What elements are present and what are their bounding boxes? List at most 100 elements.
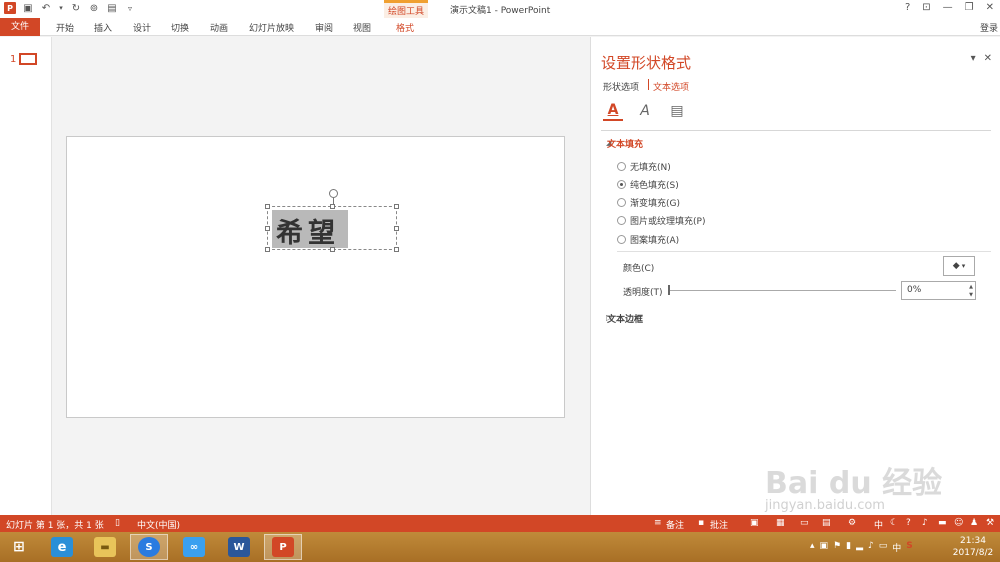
text-box-icon[interactable]: ▤ [667,101,687,121]
resize-handle-e[interactable] [394,226,399,231]
tab-view[interactable]: 视图 [353,21,371,34]
section-text-fill[interactable]: 文本填充 [607,137,643,150]
resize-handle-sw[interactable] [265,247,270,252]
tray-icon-user[interactable]: ☺ [954,518,963,528]
radio-button[interactable] [617,198,626,207]
tab-insert[interactable]: 插入 [94,21,112,34]
transparency-slider-thumb[interactable] [668,285,670,295]
spinner-arrows-icon[interactable]: ▲ ▼ [969,283,973,299]
normal-view-icon[interactable]: ▣ [750,518,759,528]
customize-qat-icon[interactable]: ▿ [124,2,136,14]
tray-sogou-icon[interactable]: S [906,541,912,554]
radio-pattern-fill[interactable]: 图案填充(A) [617,233,679,246]
tray-chevron-icon[interactable]: ▴ [810,541,815,554]
undo-icon[interactable]: ↶ [40,2,52,14]
slide-sorter-icon[interactable]: ▦ [776,518,785,528]
comments-button[interactable]: 批注 [710,518,728,531]
redo-icon[interactable]: ↻ [70,2,82,14]
image-icon[interactable]: ▤ [106,2,118,14]
tab-text-options[interactable]: 文本选项 [653,80,689,93]
taskbar-word[interactable]: W [220,534,258,560]
text-fill-outline-icon[interactable]: A [603,101,623,121]
tray-flag-icon[interactable]: ⚑ [833,541,841,554]
tray-network-icon[interactable]: ▂ [856,541,863,554]
resize-handle-s[interactable] [330,247,335,252]
slideshow-view-icon[interactable]: ▤ [822,518,831,528]
login-link[interactable]: 登录 [980,21,998,34]
tray-icon-keyboard[interactable]: ▬ [938,518,947,528]
transparency-spinner[interactable]: 0% ▲ ▼ [901,281,976,300]
resize-handle-se[interactable] [394,247,399,252]
resize-handle-w[interactable] [265,226,270,231]
radio-button[interactable] [617,180,626,189]
radio-picture-fill[interactable]: 图片或纹理填充(P) [617,214,705,227]
tab-transitions[interactable]: 切换 [171,21,189,34]
close-icon[interactable]: ✕ [986,2,994,13]
radio-no-fill[interactable]: 无填充(N) [617,160,671,173]
taskbar-baidu-cloud[interactable]: ∞ [175,534,213,560]
start-from-beginning-icon[interactable]: ⊚ [88,2,100,14]
reading-view-icon[interactable]: ▭ [800,518,809,528]
radio-button[interactable] [617,216,626,225]
tab-home[interactable]: 开始 [56,21,74,34]
resize-handle-ne[interactable] [394,204,399,209]
ime-icon[interactable]: 中 [874,518,883,531]
ribbon-display-icon[interactable]: ⊡ [922,2,930,13]
restore-icon[interactable]: ❐ [965,2,974,13]
tab-review[interactable]: 审阅 [315,21,333,34]
comments-icon[interactable]: ▪ [698,518,704,528]
format-shape-pane: 设置形状格式 ▾ ✕ 形状选项 文本选项 A A ▤ ◢ 文本填充 无填充(N)… [590,37,1000,515]
language-indicator[interactable]: 中文(中国) [137,518,180,531]
taskbar-sogou[interactable]: S [130,534,168,560]
spell-check-icon[interactable]: ▯ [115,518,120,528]
notes-button[interactable]: 备注 [666,518,684,531]
taskbar-powerpoint[interactable]: P [264,534,302,560]
tray-ime-indicator[interactable]: 中 [892,541,901,554]
slide-canvas[interactable]: 希望 [66,136,565,418]
text-effects-icon[interactable]: A [635,101,655,121]
tray-battery-icon[interactable]: ▮ [846,541,851,554]
section-text-border[interactable]: 文本边框 [607,312,643,325]
start-button[interactable]: ⊞ [0,534,38,560]
tab-animations[interactable]: 动画 [210,21,228,34]
sogou-icon: S [138,537,160,557]
transparency-slider-track[interactable] [668,290,896,291]
tray-app-icon[interactable]: ▣ [820,541,829,554]
resize-handle-nw[interactable] [265,204,270,209]
tray-icon-moon[interactable]: ☾ [890,518,898,528]
tray-icon-help[interactable]: ? [906,518,911,528]
resize-handle-n[interactable] [330,204,335,209]
tab-design[interactable]: 设计 [133,21,151,34]
pane-options-icon[interactable]: ▾ [971,53,976,64]
rotate-handle[interactable] [329,189,338,198]
tray-icon-1[interactable]: ⚙ [848,518,856,528]
radio-button[interactable] [617,235,626,244]
tab-shape-options[interactable]: 形状选项 [603,80,639,93]
radio-solid-fill[interactable]: 纯色填充(S) [617,178,679,191]
taskbar-explorer[interactable]: ▬ [86,534,124,560]
pane-close-icon[interactable]: ✕ [984,53,992,64]
radio-button[interactable] [617,162,626,171]
tab-slideshow[interactable]: 幻灯片放映 [249,21,294,34]
taskbar-ie[interactable]: e [43,534,81,560]
radio-gradient-fill[interactable]: 渐变填充(G) [617,196,680,209]
powerpoint-icon[interactable]: P [4,2,16,14]
undo-dropdown-icon[interactable]: ▾ [58,2,64,14]
help-icon[interactable]: ? [905,2,910,13]
notes-icon[interactable]: ≡ [654,518,662,528]
taskbar-clock[interactable]: 21:34 2017/8/2 [948,535,998,559]
slide-thumbnail[interactable] [19,53,37,65]
tray-icon-shirt[interactable]: ♟ [970,518,978,528]
tab-file[interactable]: 文件 [0,18,40,36]
tray-icon-wrench[interactable]: ⚒ [986,518,994,528]
tray-display-icon[interactable]: ▭ [879,541,888,554]
slide-text[interactable]: 希望 [276,211,340,250]
save-icon[interactable]: ▣ [22,2,34,14]
text-box[interactable]: 希望 [265,189,399,252]
tab-format[interactable]: 格式 [396,21,414,34]
minimize-icon[interactable]: — [943,2,953,13]
tray-icon-mic[interactable]: ♪ [922,518,928,528]
slide-info: 幻灯片 第 1 张，共 1 张 [6,521,104,531]
tray-volume-icon[interactable]: ♪ [868,541,874,554]
color-picker-button[interactable]: ◆ ▾ [943,256,975,276]
